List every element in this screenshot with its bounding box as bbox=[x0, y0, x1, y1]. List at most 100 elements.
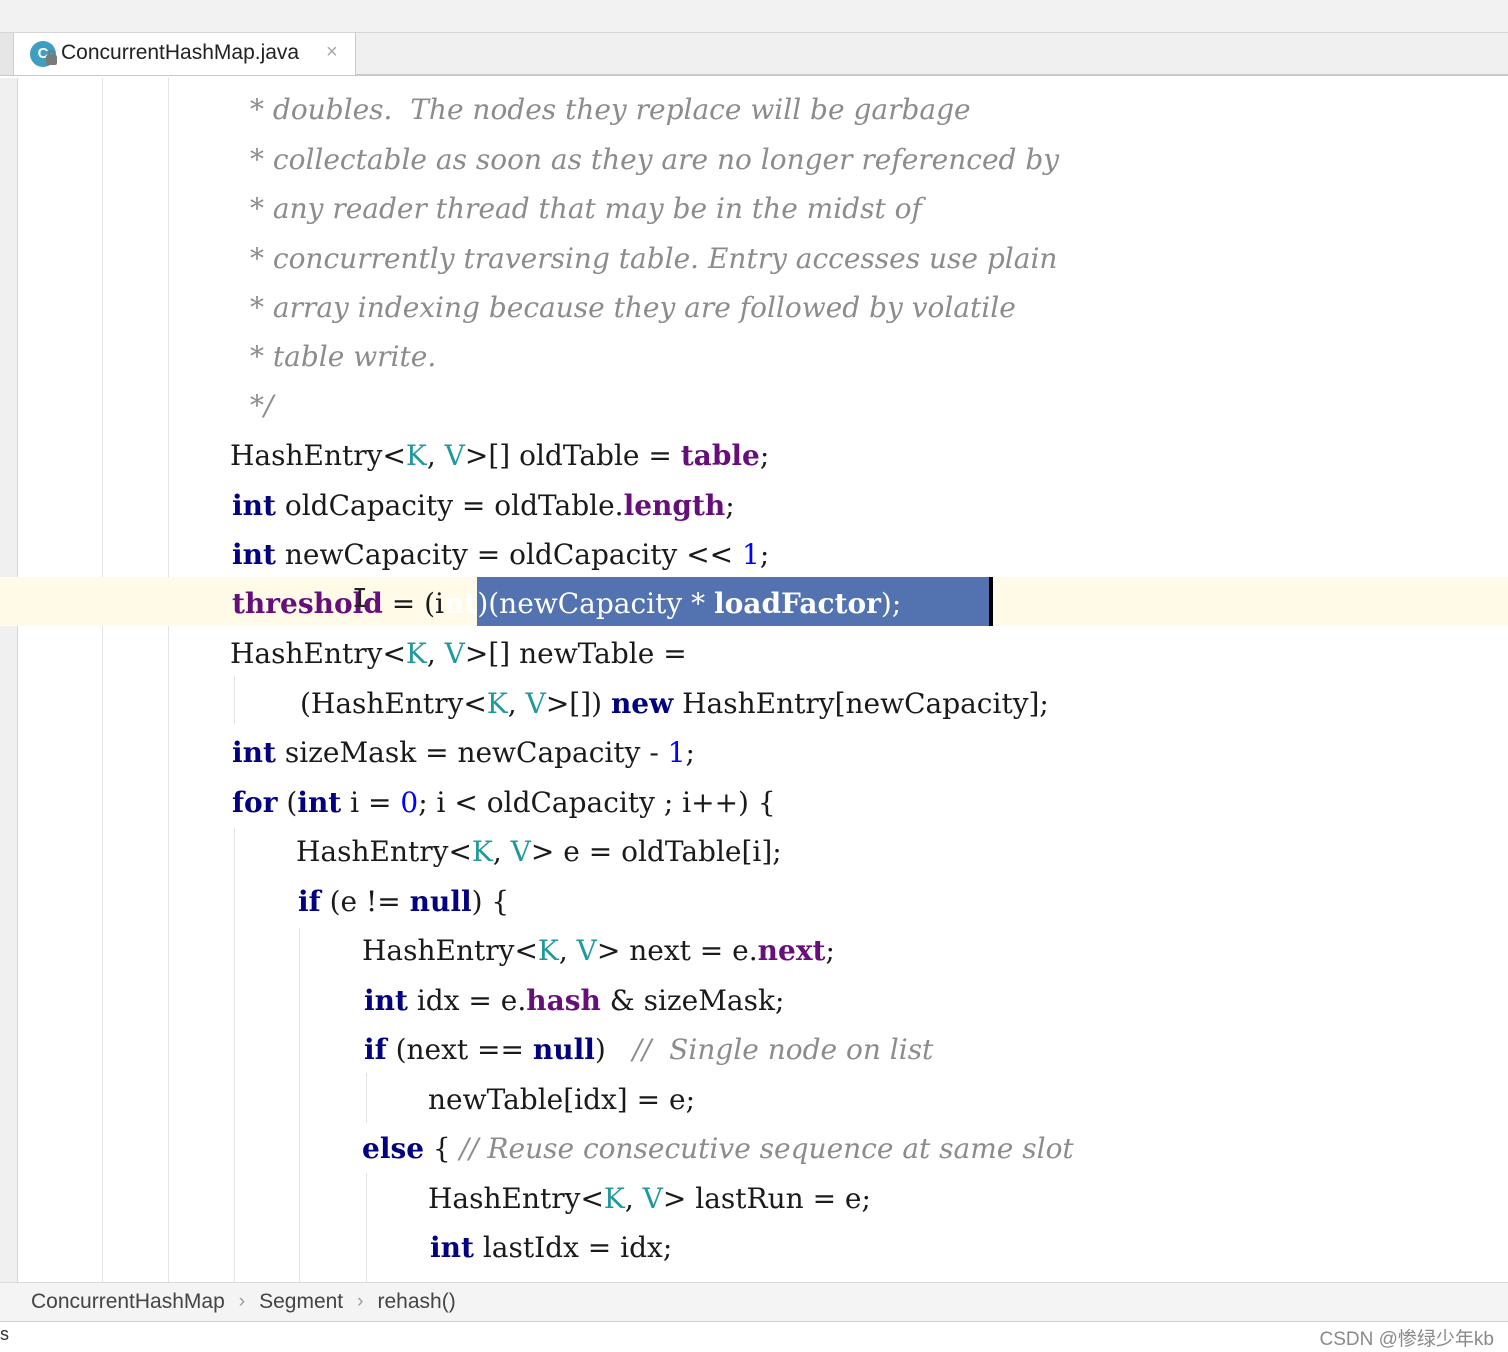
code-line: int sizeMask = newCapacity - 1; bbox=[232, 733, 695, 773]
indent-guide bbox=[234, 828, 235, 1282]
code-token: table bbox=[680, 439, 760, 472]
code-line: * any reader thread that may be in the m… bbox=[250, 192, 922, 225]
code-token: V bbox=[642, 1182, 663, 1215]
code-token: idx = e. bbox=[407, 984, 527, 1017]
code-token: < bbox=[463, 687, 487, 720]
code-token: < bbox=[514, 934, 538, 967]
code-token: HashEntry[newCapacity]; bbox=[673, 687, 1049, 720]
code-token: >[] oldTable = bbox=[464, 439, 681, 472]
breadcrumb-item-class[interactable]: ConcurrentHashMap bbox=[31, 1290, 225, 1314]
code-token: >[] newTable = bbox=[464, 637, 687, 670]
indent-guide bbox=[234, 676, 235, 724]
code-token: > next = e. bbox=[596, 934, 758, 967]
code-line: */ bbox=[250, 389, 274, 422]
code-line: int oldCapacity = oldTable.length; bbox=[232, 486, 735, 526]
code-line: int lastIdx = idx; bbox=[430, 1228, 672, 1268]
code-token: newTable[idx] = e; bbox=[428, 1083, 695, 1116]
code-token: new bbox=[610, 687, 674, 720]
code-token: // Single node on list bbox=[632, 1033, 934, 1066]
code-token: loadFactor bbox=[713, 587, 881, 620]
code-token: , bbox=[492, 835, 511, 868]
editor-tab-bar: C ConcurrentHashMap.java × bbox=[0, 32, 1508, 76]
code-token: i = bbox=[341, 786, 401, 819]
code-token: ; i < oldCapacity ; i++) { bbox=[418, 786, 776, 819]
code-token: null bbox=[409, 885, 472, 918]
code-line: HashEntry<K, V>[] newTable = bbox=[230, 634, 687, 674]
code-token: int bbox=[430, 1231, 474, 1264]
code-line: else { // Reuse consecutive sequence at … bbox=[362, 1129, 1074, 1169]
code-token: = (i bbox=[382, 587, 445, 620]
code-token: sizeMask = newCapacity - bbox=[275, 736, 668, 769]
code-token: ) bbox=[594, 1033, 633, 1066]
code-editor[interactable]: * doubles. The nodes they replace will b… bbox=[0, 78, 1508, 1282]
code-token: HashEntry bbox=[230, 637, 383, 670]
code-token: ); bbox=[880, 587, 902, 620]
editor-gutter[interactable] bbox=[0, 78, 18, 1282]
code-token: ; bbox=[759, 439, 770, 472]
code-token: K bbox=[405, 439, 427, 472]
code-line: * doubles. The nodes they replace will b… bbox=[250, 93, 971, 126]
code-token: 0 bbox=[400, 786, 419, 819]
code-token: for bbox=[232, 786, 278, 819]
code-token: newCapacity = oldCapacity << bbox=[275, 538, 743, 571]
code-line: HashEntry<K, V> next = e.next; bbox=[362, 931, 835, 971]
code-token: K bbox=[471, 835, 493, 868]
code-line: threshold = (int)(newCapacity * loadFact… bbox=[232, 584, 901, 624]
code-token: ; bbox=[725, 489, 735, 522]
code-token: lastIdx = idx; bbox=[473, 1231, 673, 1264]
code-token: > lastRun = e; bbox=[662, 1182, 871, 1215]
title-strip bbox=[0, 0, 1508, 32]
code-line: for (int i = 0; i < oldCapacity ; i++) { bbox=[232, 783, 776, 823]
status-text: s bbox=[0, 1324, 9, 1344]
code-token: )(newCapacity * bbox=[477, 587, 714, 620]
code-token: if bbox=[298, 885, 321, 918]
code-token: HashEntry bbox=[362, 934, 515, 967]
code-token: ( bbox=[277, 786, 298, 819]
code-token: , bbox=[507, 687, 526, 720]
code-token: < bbox=[382, 637, 406, 670]
code-token: length bbox=[623, 489, 726, 522]
close-icon[interactable]: × bbox=[326, 41, 338, 64]
code-token: < bbox=[382, 439, 406, 472]
code-token: ; bbox=[685, 736, 695, 769]
code-token: , bbox=[558, 934, 577, 967]
indent-guide bbox=[366, 1073, 367, 1123]
tab-bar-edge bbox=[0, 33, 14, 75]
code-token: HashEntry bbox=[428, 1182, 581, 1215]
code-line: int newCapacity = oldCapacity << 1; bbox=[232, 535, 769, 575]
code-token: , bbox=[426, 637, 445, 670]
code-token: V bbox=[576, 934, 597, 967]
code-token: int bbox=[232, 489, 276, 522]
indent-guide bbox=[102, 78, 103, 1282]
code-token: (next == bbox=[386, 1033, 533, 1066]
code-token: // Reuse consecutive sequence at same sl… bbox=[459, 1132, 1074, 1165]
indent-guide bbox=[299, 928, 300, 1282]
code-token: { bbox=[424, 1132, 460, 1165]
code-token: (HashEntry bbox=[300, 687, 464, 720]
code-token: if bbox=[364, 1033, 387, 1066]
code-token: int bbox=[232, 538, 276, 571]
code-line: newTable[idx] = e; bbox=[428, 1080, 695, 1120]
text-cursor-icon: I bbox=[352, 584, 368, 614]
code-token: V bbox=[525, 687, 546, 720]
watermark: CSDN @惨绿少年kb bbox=[1319, 1329, 1494, 1350]
code-token: 1 bbox=[742, 538, 760, 571]
code-line: (HashEntry<K, V>[]) new HashEntry[newCap… bbox=[300, 684, 1049, 724]
code-token: int bbox=[232, 736, 276, 769]
code-token: < bbox=[448, 835, 472, 868]
code-token: null bbox=[532, 1033, 595, 1066]
code-token: & sizeMask; bbox=[600, 984, 785, 1017]
breadcrumb-item-segment[interactable]: Segment bbox=[259, 1290, 343, 1314]
code-line: * table write. bbox=[250, 340, 437, 373]
code-token: K bbox=[405, 637, 427, 670]
code-token: ; bbox=[759, 538, 770, 571]
code-token: >[]) bbox=[545, 687, 611, 720]
tab-concurrenthashmap-java[interactable]: C ConcurrentHashMap.java × bbox=[14, 33, 356, 75]
code-line: if (next == null) // Single node on list bbox=[364, 1030, 933, 1070]
chevron-right-icon: › bbox=[357, 1291, 364, 1312]
code-token: ) { bbox=[471, 885, 510, 918]
code-line: * collectable as soon as they are no lon… bbox=[250, 143, 1060, 176]
breadcrumb-item-method[interactable]: rehash() bbox=[377, 1290, 455, 1314]
code-token: K bbox=[486, 687, 508, 720]
code-token: > e = oldTable[i]; bbox=[530, 835, 782, 868]
